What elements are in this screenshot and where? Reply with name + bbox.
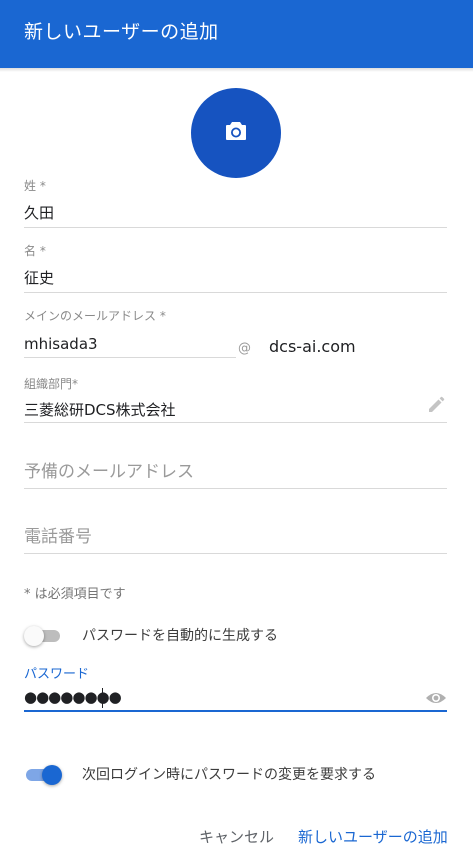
at-sign: @ (238, 341, 251, 356)
add-photo-button[interactable] (191, 88, 281, 178)
cancel-button[interactable]: キャンセル (199, 826, 274, 847)
org-unit-value: 三菱総研DCS株式会社 (24, 401, 176, 419)
last-name-value[interactable]: 久田 (24, 203, 54, 223)
header-shadow (0, 68, 473, 72)
org-unit-field[interactable]: 組織部門* 三菱総研DCS株式会社 (24, 376, 447, 426)
edit-org-unit-button[interactable] (427, 396, 445, 418)
phone-placeholder: 電話番号 (24, 527, 92, 547)
last-name-label: 姓 * (24, 179, 46, 193)
secondary-email-placeholder: 予備のメールアドレス (24, 462, 194, 482)
secondary-email-underline (24, 488, 447, 489)
dialog-header: 新しいユーザーの追加 (0, 0, 473, 68)
eye-icon (426, 693, 446, 703)
auto-password-label: パスワードを自動的に生成する (82, 628, 278, 644)
dialog-title: 新しいユーザーの追加 (24, 21, 219, 43)
email-domain: dcs-ai.com (269, 337, 356, 356)
password-underline (24, 710, 447, 712)
first-name-underline (24, 292, 447, 293)
require-password-change-toggle[interactable] (24, 765, 62, 785)
org-unit-underline (24, 422, 447, 423)
primary-email-underline (24, 357, 236, 358)
pencil-icon (429, 396, 445, 412)
required-note: * は必須項目です (24, 587, 126, 602)
toggle-knob (24, 626, 44, 646)
toggle-password-visibility-button[interactable] (425, 690, 447, 710)
require-password-change-label: 次回ログイン時にパスワードの変更を要求する (82, 767, 376, 783)
primary-email-field[interactable]: メインのメールアドレス * mhisada3 (24, 308, 447, 360)
password-label: パスワード (24, 667, 90, 682)
first-name-field[interactable]: 名 * 征史 (24, 243, 447, 295)
toggle-knob (42, 765, 62, 785)
primary-email-input[interactable]: mhisada3 (24, 334, 98, 354)
secondary-email-field[interactable]: 予備のメールアドレス (24, 460, 447, 490)
last-name-field[interactable]: 姓 * 久田 (24, 178, 447, 230)
camera-icon (226, 122, 246, 140)
org-unit-label: 組織部門* (24, 377, 79, 391)
password-input[interactable]: ●●●●●●●● (24, 688, 122, 706)
first-name-label: 名 * (24, 244, 46, 258)
primary-email-label: メインのメールアドレス * (24, 309, 166, 323)
text-caret (102, 688, 103, 708)
phone-underline (24, 553, 447, 554)
last-name-underline (24, 227, 447, 228)
auto-password-toggle[interactable] (24, 626, 62, 646)
add-user-button[interactable]: 新しいユーザーの追加 (298, 826, 448, 847)
first-name-value[interactable]: 征史 (24, 268, 54, 288)
phone-field[interactable]: 電話番号 (24, 526, 447, 556)
